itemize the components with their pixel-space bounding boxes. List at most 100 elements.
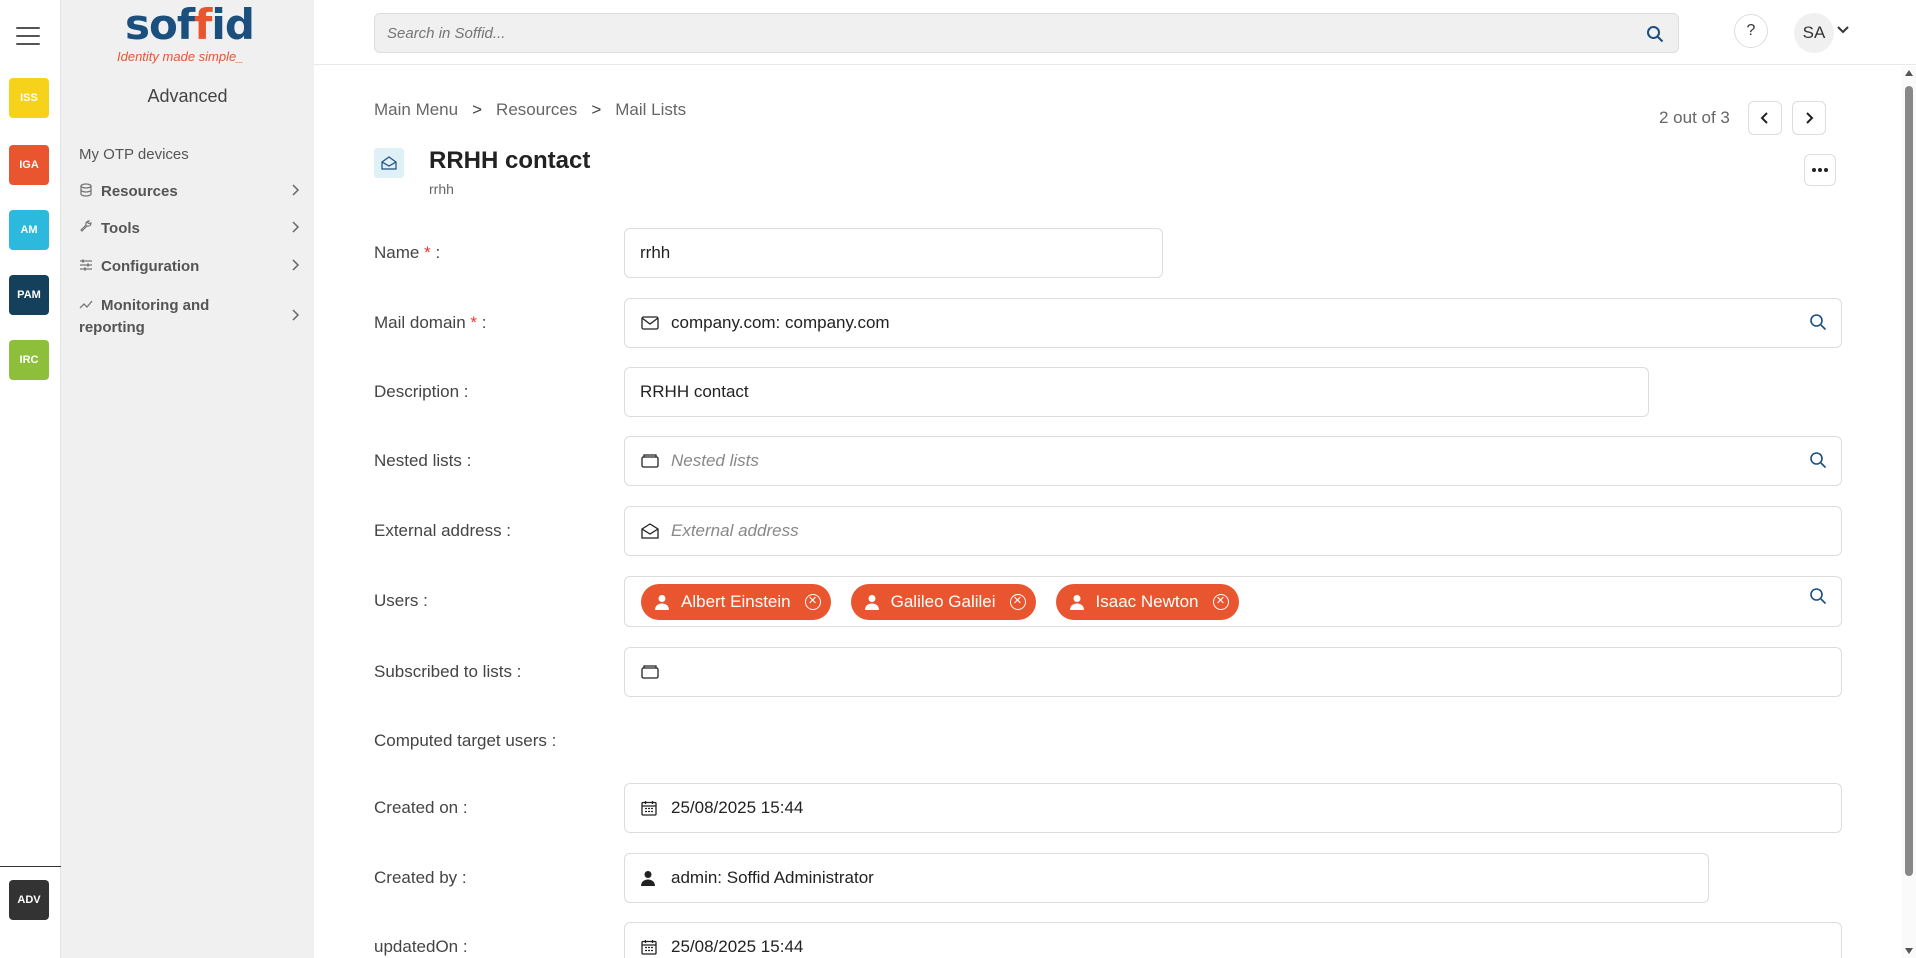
form-row-mail-domain: Mail domain * : company.com: company.com: [374, 298, 1854, 348]
chevron-down-icon[interactable]: [1836, 22, 1850, 40]
updated-on-field[interactable]: 25/08/2025 15:44: [624, 922, 1842, 958]
sidebar-item-otp-devices[interactable]: My OTP devices: [79, 146, 301, 163]
required-marker: *: [424, 243, 431, 262]
form-row-computed-target-users: Computed target users :: [374, 716, 1854, 766]
subscribed-lists-field[interactable]: [624, 647, 1842, 697]
nested-lists-placeholder: Nested lists: [671, 451, 759, 470]
scroll-down-arrow-icon[interactable]: [1905, 948, 1913, 954]
scrollbar-thumb[interactable]: [1905, 86, 1913, 876]
user-chip-label: Galileo Galilei: [890, 591, 996, 611]
logo-part-c: id: [211, 0, 254, 49]
remove-chip-icon[interactable]: ✕: [1212, 593, 1229, 610]
remove-chip-icon[interactable]: ✕: [1009, 593, 1026, 610]
person-icon: [1069, 594, 1084, 610]
chevron-right-icon: [291, 220, 301, 238]
created-by-value: admin: Soffid Administrator: [671, 868, 874, 887]
sidebar-item-resources[interactable]: Resources: [79, 183, 301, 200]
next-button[interactable]: [1792, 101, 1826, 135]
rail-pam-button[interactable]: PAM: [9, 275, 49, 315]
external-address-field[interactable]: External address: [624, 506, 1842, 556]
rail-am-button[interactable]: AM: [9, 210, 49, 250]
updated-on-label: updatedOn :: [374, 937, 468, 956]
nested-lists-label: Nested lists :: [374, 451, 472, 470]
description-value: RRHH contact: [640, 382, 749, 401]
rail-iss-button[interactable]: ISS: [9, 78, 49, 118]
database-icon: [79, 183, 97, 200]
search-input[interactable]: [375, 14, 1615, 52]
sidebar-item-monitoring[interactable]: Monitoring and reporting: [79, 295, 301, 339]
name-value: rrhh: [640, 243, 671, 262]
created-by-field[interactable]: admin: Soffid Administrator: [624, 853, 1709, 903]
breadcrumb: Main Menu > Resources > Mail Lists: [374, 100, 700, 120]
sliders-icon: [79, 258, 97, 275]
required-marker: *: [470, 313, 478, 332]
sidebar-item-label: Monitoring and reporting: [79, 297, 210, 336]
rail-divider: [0, 866, 61, 867]
pager-count: 2 out of 3: [1659, 108, 1730, 127]
form-row-updated-on: updatedOn : 25/08/2025 15:44: [374, 922, 1854, 958]
users-field[interactable]: Albert Einstein ✕ Galileo Galilei ✕ Isaa…: [624, 576, 1842, 627]
name-label: Name * :: [374, 243, 440, 263]
chevron-right-icon: [1806, 112, 1814, 124]
rail-adv-button[interactable]: ADV: [9, 880, 49, 920]
rail-iga-button[interactable]: IGA: [9, 145, 49, 185]
external-address-placeholder: External address: [671, 521, 799, 540]
form-row-created-by: Created by : admin: Soffid Administrator: [374, 853, 1854, 903]
form-row-external-address: External address : External address: [374, 506, 1854, 556]
menu-icon[interactable]: [16, 27, 40, 45]
search-icon[interactable]: [1809, 313, 1827, 336]
search-icon[interactable]: [1809, 587, 1827, 610]
person-icon: [655, 594, 669, 610]
subscribed-lists-label: Subscribed to lists :: [374, 662, 522, 681]
more-options-button[interactable]: [1804, 154, 1836, 186]
page-scrollbar[interactable]: [1902, 66, 1916, 958]
wrench-icon: [79, 220, 97, 237]
app-rail: ISS IGA AM PAM IRC ADV: [0, 0, 61, 958]
description-field[interactable]: RRHH contact: [624, 367, 1649, 417]
mail-domain-value: company.com: company.com: [671, 313, 890, 332]
mail-domain-field[interactable]: company.com: company.com: [624, 298, 1842, 348]
user-chip-label: Albert Einstein: [681, 591, 791, 611]
mail-open-icon: [374, 148, 404, 178]
folder-icon: [641, 454, 665, 468]
calendar-icon: [641, 800, 665, 816]
logo-part-b: f: [194, 0, 212, 49]
search-icon[interactable]: [1809, 451, 1827, 474]
created-on-field[interactable]: 25/08/2025 15:44: [624, 783, 1842, 833]
person-icon: [641, 870, 665, 886]
user-chip[interactable]: Albert Einstein ✕: [641, 583, 831, 620]
breadcrumb-separator: >: [472, 100, 483, 119]
remove-chip-icon[interactable]: ✕: [804, 593, 821, 610]
breadcrumb-main-menu[interactable]: Main Menu: [374, 100, 458, 119]
soffid-logo[interactable]: soffid Identity made simple_: [117, 0, 267, 70]
ellipsis-icon: [1812, 168, 1828, 172]
breadcrumb-mail-lists[interactable]: Mail Lists: [615, 100, 686, 119]
user-chip[interactable]: Galileo Galilei ✕: [850, 583, 1036, 620]
previous-button[interactable]: [1748, 101, 1782, 135]
nested-lists-field[interactable]: Nested lists: [624, 436, 1842, 486]
form-row-created-on: Created on : 25/08/2025 15:44: [374, 783, 1854, 833]
search-icon[interactable]: [1646, 25, 1664, 48]
user-avatar[interactable]: SA: [1794, 13, 1834, 53]
user-chip[interactable]: Isaac Newton ✕: [1055, 583, 1239, 620]
breadcrumb-resources[interactable]: Resources: [496, 100, 577, 119]
sidebar: soffid Identity made simple_ Advanced My…: [61, 0, 314, 958]
global-search: [374, 13, 1679, 53]
help-button[interactable]: ?: [1734, 14, 1768, 48]
name-field[interactable]: rrhh: [624, 228, 1163, 278]
sidebar-title: Advanced: [147, 86, 228, 106]
chevron-right-icon: [291, 258, 301, 276]
user-chip-label: Isaac Newton: [1095, 591, 1199, 611]
scroll-up-arrow-icon[interactable]: [1905, 70, 1913, 76]
sidebar-item-label: Configuration: [101, 258, 200, 275]
rail-irc-button[interactable]: IRC: [9, 340, 49, 380]
form-row-subscribed-lists: Subscribed to lists :: [374, 647, 1854, 697]
sidebar-item-label: Resources: [101, 183, 178, 200]
users-label: Users :: [374, 591, 428, 610]
sidebar-item-configuration[interactable]: Configuration: [79, 258, 301, 275]
chevron-right-icon: [291, 307, 301, 329]
created-by-label: Created by :: [374, 868, 467, 887]
label-colon: :: [435, 243, 441, 262]
label-colon: :: [481, 313, 487, 332]
sidebar-item-tools[interactable]: Tools: [79, 220, 301, 237]
